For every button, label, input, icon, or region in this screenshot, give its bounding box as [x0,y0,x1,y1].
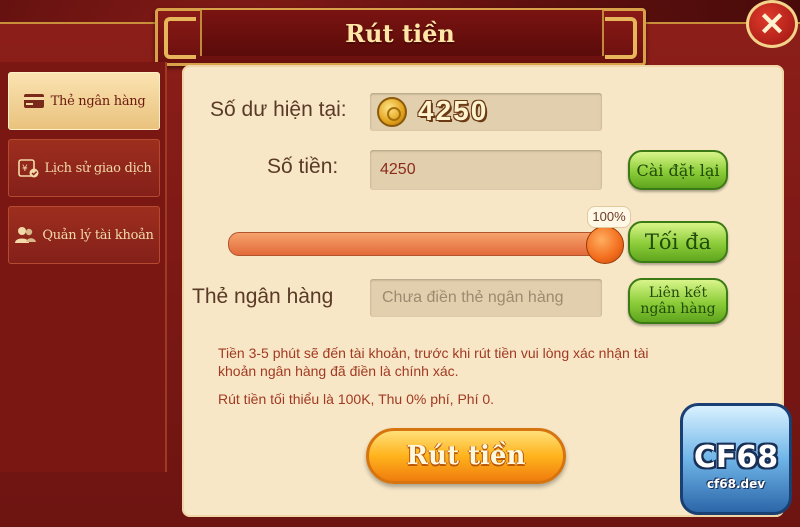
max-button[interactable]: Tối đa [628,221,728,263]
amount-slider-track[interactable] [228,232,610,256]
sidebar-item-label: Lịch sử giao dịch [44,160,152,176]
note-line-2: khoản ngân hàng đã điền là chính xác. [218,363,459,379]
coin-icon [377,97,407,127]
link-bank-line2: ngân hàng [640,301,716,317]
balance-label: Số dư hiện tại: [210,98,347,121]
note-line-3: Rút tiền tối thiểu là 100K, Thu 0% phí, … [218,391,495,407]
amount-slider-handle[interactable] [586,226,624,264]
link-bank-line1: Liên kết [648,285,708,301]
brand-logo-text: CF68 [693,440,779,475]
sidebar-item-bank-card[interactable]: Thẻ ngân hàng [8,72,160,130]
sidebar-item-transaction-history[interactable]: ¥ Lịch sử giao dịch [8,139,160,197]
svg-text:¥: ¥ [22,164,28,174]
bank-card-label: Thẻ ngân hàng [192,285,334,308]
account-users-icon [15,227,37,243]
close-icon: ✕ [758,6,786,42]
amount-value: 4250 [380,161,416,178]
transaction-history-icon: ¥ [17,159,38,178]
sidebar-item-label: Quản lý tài khoản [42,227,154,243]
link-bank-button[interactable]: Liên kết ngân hàng [628,278,728,324]
sidebar-item-label: Thẻ ngân hàng [50,93,146,109]
amount-label: Số tiền: [267,155,339,178]
balance-value: 4250 [418,95,489,126]
close-button[interactable]: ✕ [746,0,798,48]
brand-logo-site: cf68.dev [706,477,766,491]
amount-input[interactable]: 4250 [370,150,602,190]
withdraw-button[interactable]: Rút tiền [366,428,566,484]
bank-card-input[interactable]: Chưa điền thẻ ngân hàng [370,279,602,317]
slider-percent-label: 100% [587,206,631,228]
note-line-1: Tiền 3-5 phút sẽ đến tài khoản, trước kh… [218,345,649,361]
dialog-title: Rút tiền [345,19,455,48]
reset-button[interactable]: Cài đặt lại [628,150,728,190]
bank-card-icon [23,94,44,108]
sidebar-item-account-management[interactable]: Quản lý tài khoản [8,206,160,264]
bank-card-placeholder: Chưa điền thẻ ngân hàng [382,289,564,306]
